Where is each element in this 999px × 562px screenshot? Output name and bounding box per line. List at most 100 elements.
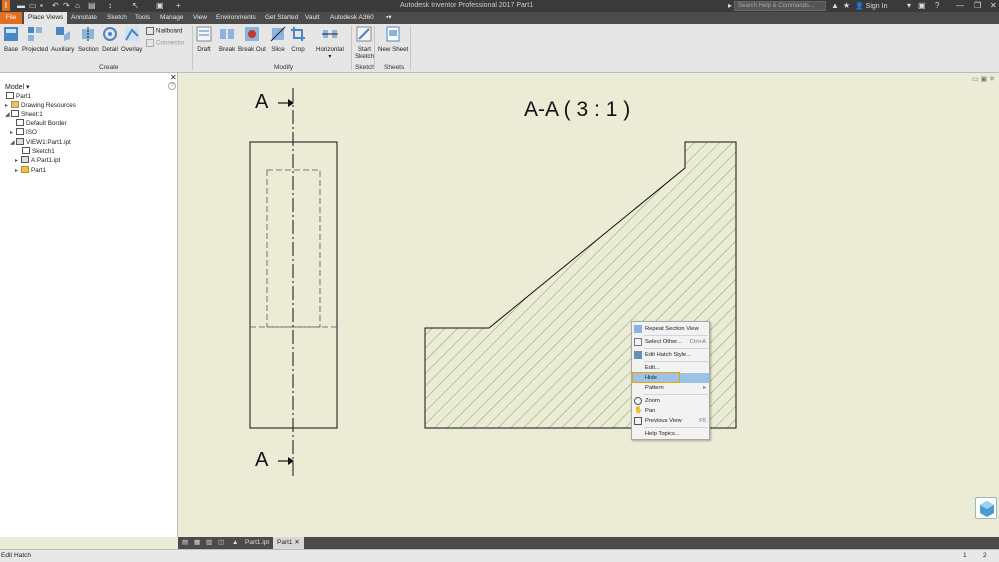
sketch-panel-label: Sketch	[355, 64, 375, 71]
search-input[interactable]: Search Help & Commands...	[734, 1, 826, 11]
undo-icon[interactable]: ↶	[52, 1, 59, 10]
break-button[interactable]: Break	[219, 26, 235, 53]
restore-icon[interactable]: ❐	[974, 1, 981, 10]
tab-sketch[interactable]: Sketch	[103, 12, 131, 24]
tab-environments[interactable]: Environments	[212, 12, 260, 24]
doc-tab-part1[interactable]: Part1 ✕	[273, 537, 304, 549]
binoculars-icon[interactable]: ▲	[831, 1, 839, 10]
tree-node-label: Drawing Resources	[21, 102, 76, 109]
menu-item-label: Pattern	[645, 385, 664, 391]
tree-node-label: Sheet:1	[21, 111, 43, 118]
inventor-logo-icon[interactable]: I	[2, 0, 10, 11]
chevron-right-icon[interactable]: ▸	[728, 1, 732, 10]
tab-file[interactable]: File	[0, 12, 22, 24]
menu-item-pattern[interactable]: Pattern ▸	[632, 383, 709, 393]
base-view-button[interactable]: Base	[3, 26, 19, 53]
doc-tab-part1-ipt[interactable]: Part1.ipt	[241, 537, 273, 549]
crop-icon	[291, 27, 305, 41]
tab-tools[interactable]: Tools	[131, 12, 154, 24]
highlight-box	[632, 372, 680, 383]
tab-place-views[interactable]: Place Views	[24, 12, 68, 24]
tree-node-iso[interactable]: ▸ ISO	[10, 128, 37, 136]
save-icon[interactable]: ▪	[40, 1, 43, 10]
slice-button[interactable]: Slice	[270, 26, 286, 53]
base-view[interactable]	[249, 88, 338, 476]
menu-item-repeat-section-view[interactable]: Repeat Section View	[632, 324, 709, 334]
tree-node-sketch1[interactable]: Sketch1	[22, 147, 55, 155]
tree-node-drawing-resources[interactable]: ▸ Drawing Resources	[5, 101, 76, 109]
sign-in-button[interactable]: 👤 Sign In	[855, 2, 887, 10]
tree-node-label: VIEW1:Part1.ipt	[26, 139, 71, 146]
break-out-button[interactable]: Break Out	[238, 26, 266, 53]
ribbon-separator	[351, 26, 352, 70]
tab-get-started[interactable]: Get Started	[261, 12, 302, 24]
horizontal-button[interactable]: Horizontal ▾	[316, 26, 344, 60]
measure-icon[interactable]: ↕	[108, 1, 112, 10]
menu-item-select-other[interactable]: Select Other... Ctrl+A	[632, 337, 709, 347]
section-label-bottom[interactable]: A	[255, 449, 268, 472]
chevron-down-icon[interactable]: ▾	[907, 1, 911, 10]
view-label[interactable]: A-A ( 3 : 1 )	[524, 98, 630, 122]
menu-item-hide[interactable]: Hide	[632, 372, 709, 383]
menu-item-pan[interactable]: ✋ Pan	[632, 406, 709, 416]
close-icon[interactable]: ✕	[990, 1, 997, 10]
menu-item-label: Edit...	[645, 365, 660, 371]
menu-item-previous-view[interactable]: Previous View F5	[632, 416, 709, 426]
help-icon[interactable]: ?	[168, 82, 176, 90]
draft-view-button[interactable]: Draft	[196, 26, 212, 53]
connector-button[interactable]: Connector	[146, 39, 185, 47]
base-view-icon	[4, 27, 18, 41]
properties-icon[interactable]: ▣	[156, 1, 164, 10]
nailboard-button[interactable]: Nailboard	[146, 27, 182, 35]
detail-view-button[interactable]: Detail	[102, 26, 118, 53]
tab-vault[interactable]: Vault	[301, 12, 323, 24]
projected-view-button[interactable]: Projected	[22, 26, 48, 53]
section-label-top[interactable]: A	[255, 91, 268, 114]
home-icon[interactable]: ⌂	[75, 1, 80, 10]
menu-item-edit-hatch-style[interactable]: Edit Hatch Style...	[632, 350, 709, 360]
open-icon[interactable]: ▭	[29, 1, 37, 10]
tree-node-a-part1[interactable]: ▸ A:Part1.ipt	[15, 156, 60, 164]
split-icon[interactable]: ◫	[214, 537, 228, 549]
navigation-cube-icon[interactable]	[975, 497, 997, 519]
menu-item-help-topics[interactable]: Help Topics...	[632, 429, 709, 439]
horizontal-dropdown-icon[interactable]: ▾	[316, 53, 344, 60]
star-icon[interactable]: ★	[843, 1, 850, 10]
tree-node-view1[interactable]: ◢ VIEW1:Part1.ipt	[10, 138, 71, 146]
tab-manage[interactable]: Manage	[156, 12, 188, 24]
close-icon[interactable]: ✕	[170, 73, 177, 82]
menu-separator	[644, 427, 708, 428]
apps-icon[interactable]: ▣	[918, 1, 926, 10]
overlay-view-button[interactable]: Overlay	[121, 26, 142, 53]
menu-separator	[644, 335, 708, 336]
tab-annotate[interactable]: Annotate	[67, 12, 101, 24]
tab-view[interactable]: View	[189, 12, 211, 24]
canvas-window-controls[interactable]: ▭ ▣ ✕	[972, 75, 995, 83]
menu-item-zoom[interactable]: Zoom	[632, 396, 709, 406]
tab-autodesk-a360[interactable]: Autodesk A360	[326, 12, 378, 24]
redo-icon[interactable]: ↷	[63, 1, 70, 10]
print-icon[interactable]: ▤	[88, 1, 96, 10]
browser-header[interactable]: Model ▾	[5, 83, 30, 91]
new-sheet-button[interactable]: New Sheet	[378, 26, 408, 53]
auxiliary-view-button[interactable]: Auxiliary	[51, 26, 74, 53]
tree-node-default-border[interactable]: Default Border	[16, 119, 67, 127]
section-view-button[interactable]: Section	[78, 26, 99, 53]
help-icon[interactable]: ?	[935, 1, 939, 10]
drawing-canvas[interactable]: A A A-A ( 3 : 1 ) ▭ ▣ ✕	[178, 73, 999, 537]
context-menu: Repeat Section View Select Other... Ctrl+…	[631, 321, 710, 440]
new-icon[interactable]: ▬	[17, 1, 25, 10]
crop-button[interactable]: Crop	[290, 26, 306, 53]
window-title: Autodesk Inventor Professional 2017 Part…	[400, 2, 534, 9]
start-sketch-button[interactable]: Start Sketch	[355, 26, 374, 60]
close-tab-icon[interactable]: ✕	[294, 539, 299, 546]
add-icon[interactable]: +	[176, 1, 181, 10]
tab-overflow[interactable]: ▪▾	[382, 12, 396, 24]
tree-node-sheet1[interactable]: ◢ Sheet:1	[5, 110, 43, 118]
nailboard-icon	[146, 27, 154, 35]
tree-node-part1[interactable]: ▸ Part1	[15, 166, 46, 174]
hatch-icon	[634, 351, 642, 359]
tree-node-part1-drawing[interactable]: Part1	[6, 92, 31, 100]
minimize-icon[interactable]: —	[956, 1, 964, 10]
select-icon[interactable]: ↖	[132, 1, 139, 10]
